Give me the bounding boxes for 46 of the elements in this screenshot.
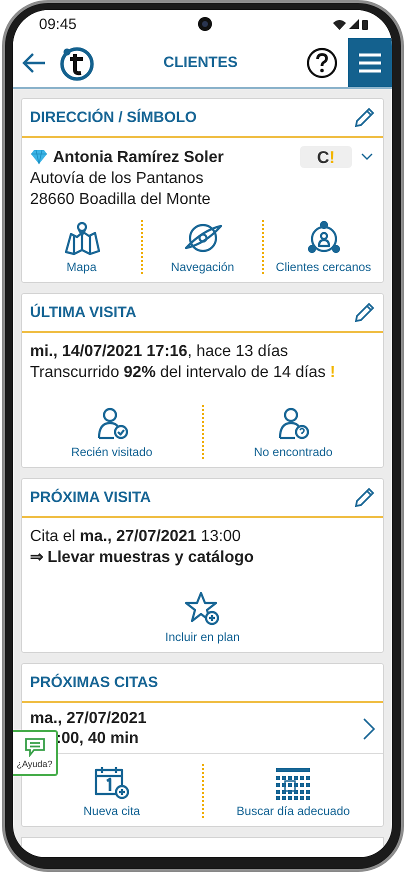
warning-mark: ! — [330, 364, 336, 381]
help-button[interactable] — [306, 46, 338, 78]
back-arrow-icon — [21, 52, 47, 74]
menu-button[interactable] — [348, 38, 392, 87]
section-title: DIRECCIÓN / SÍMBOLO — [30, 109, 197, 126]
appointment-detail: :00, 40 min — [55, 729, 140, 749]
wifi-icon — [332, 18, 346, 30]
status-time: 09:45 — [39, 16, 77, 32]
action-button[interactable]: No encontrado — [204, 405, 383, 459]
chevron-right-icon[interactable] — [363, 718, 375, 740]
action-button[interactable]: Navegación — [143, 220, 262, 274]
page-title: CLIENTES — [162, 54, 239, 71]
visit-text: mi., 14/07/2021 17:16, hace 13 días — [30, 343, 288, 360]
task-text: ⇒ Llevar muestras y catálogo — [30, 548, 255, 568]
camera-icon — [198, 17, 212, 31]
action-button[interactable]: Recién visitado — [22, 405, 202, 459]
appointment-date: ma., 27/07/2021 — [30, 709, 148, 729]
edit-button[interactable] — [353, 486, 375, 508]
pencil-icon — [353, 302, 375, 324]
chevron-down-icon — [361, 153, 373, 161]
section-title: ÚLTIMA VISITA — [30, 304, 136, 321]
menu-icon — [358, 52, 382, 74]
expand-button[interactable] — [359, 153, 375, 161]
section-title: PRÓXIMAS CITAS — [30, 674, 158, 691]
action-button[interactable]: Buscar día adecuado — [204, 764, 383, 818]
client-rating-badge: C! — [300, 146, 352, 168]
client-name: Antonia Ramírez Soler — [53, 148, 225, 168]
battery-icon — [362, 18, 368, 30]
action-button[interactable]: Clientes cercanos — [264, 220, 383, 274]
diamond-icon — [30, 149, 48, 165]
signal-icon — [348, 19, 359, 29]
help-chat-button[interactable]: ¿Ayuda? — [13, 730, 58, 776]
action-button[interactable]: Incluir en plan — [22, 590, 383, 644]
pencil-icon — [353, 486, 375, 508]
visit-text: Transcurrido 92% del intervalo de 14 días — [30, 364, 326, 381]
appointment-text: Cita el ma., 27/07/2021 13:00 — [30, 527, 242, 547]
question-icon — [306, 46, 338, 78]
action-button[interactable]: Mapa — [22, 220, 141, 274]
address-line: 28660 Boadilla del Monte — [30, 190, 212, 210]
edit-button[interactable] — [353, 302, 375, 324]
logo-icon — [59, 44, 95, 80]
pencil-icon — [353, 106, 375, 128]
edit-button[interactable] — [353, 106, 375, 128]
chat-icon — [24, 737, 46, 757]
address-line: Autovía de los Pantanos — [30, 169, 204, 189]
section-title: PRÓXIMA VISITA — [30, 489, 151, 506]
